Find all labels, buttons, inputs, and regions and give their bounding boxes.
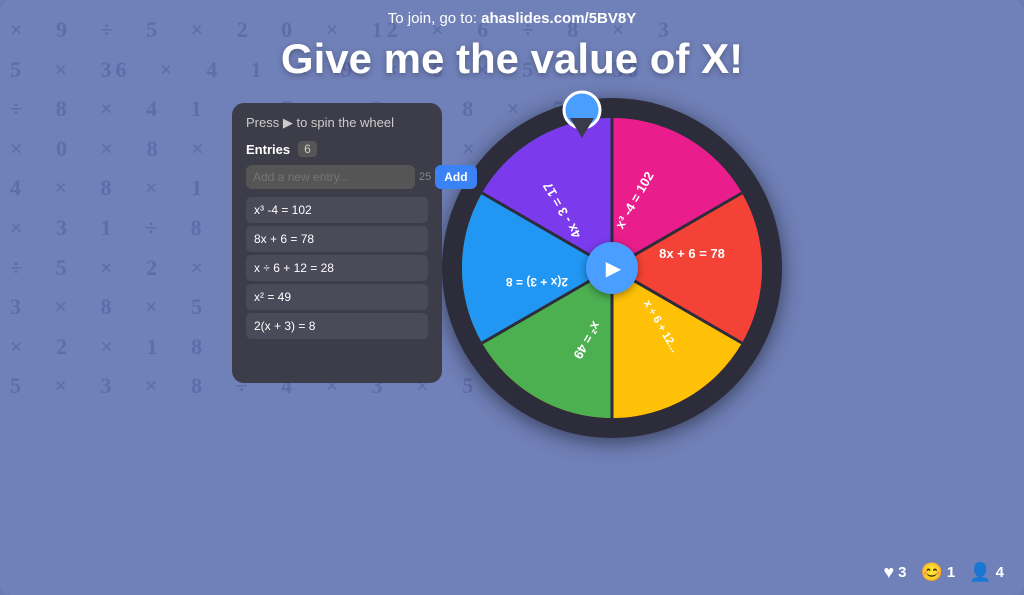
entries-row: Entries 6: [246, 141, 428, 157]
entries-count: 6: [298, 141, 317, 157]
wheel-outer: x³ -4 = 102 8x + 6 = 78 x ÷ 6 + 12... x²…: [442, 98, 782, 438]
list-item[interactable]: 8x + 6 = 78: [246, 226, 428, 252]
entry-list: x³ -4 = 102 8x + 6 = 78 x ÷ 6 + 12 = 28 x² …: [246, 197, 428, 339]
char-count: 25: [419, 171, 431, 183]
join-text: To join, go to:: [388, 10, 481, 27]
svg-text:2(x + 3) = 8: 2(x + 3) = 8: [506, 275, 568, 289]
add-entry-input[interactable]: [246, 165, 415, 189]
list-item[interactable]: x³ -4 = 102: [246, 197, 428, 223]
wheel-area: x³ -4 = 102 8x + 6 = 78 x ÷ 6 + 12... x²…: [432, 88, 792, 448]
list-item[interactable]: x ÷ 6 + 12 = 28: [246, 255, 428, 281]
press-to-spin-text: Press ▶ to spin the wheel: [246, 115, 394, 131]
add-row: 25 Add: [246, 165, 428, 189]
main-area: Press ▶ to spin the wheel Entries 6 25 A…: [0, 93, 1024, 448]
spin-button[interactable]: [586, 242, 638, 294]
entries-label: Entries: [246, 142, 290, 157]
join-bar: To join, go to: ahaslides.com/5BV8Y: [0, 0, 1024, 31]
page-title: Give me the value of X!: [281, 35, 743, 83]
spin-panel: Press ▶ to spin the wheel Entries 6 25 A…: [232, 103, 442, 383]
panel-header: Press ▶ to spin the wheel: [246, 115, 428, 131]
svg-text:8x + 6 = 78: 8x + 6 = 78: [659, 246, 725, 261]
join-url: ahaslides.com/5BV8Y: [481, 10, 636, 27]
add-button[interactable]: Add: [435, 165, 476, 189]
list-item[interactable]: 2(x + 3) = 8: [246, 313, 428, 339]
list-item[interactable]: x² = 49: [246, 284, 428, 310]
wheel-pin: [562, 90, 602, 140]
